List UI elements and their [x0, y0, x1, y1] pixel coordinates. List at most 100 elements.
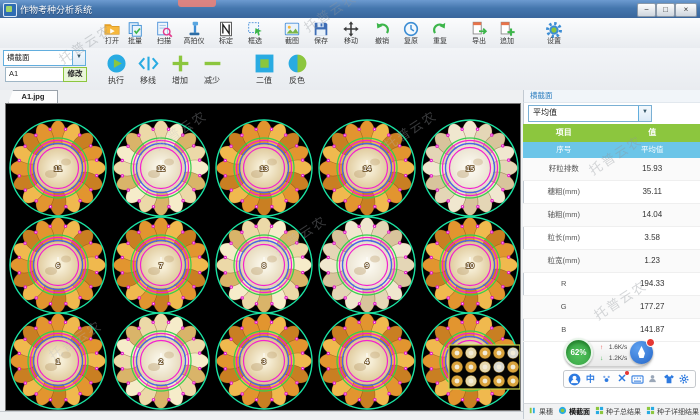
toolbar-button-move[interactable]: 移动	[336, 19, 366, 47]
toolbar-label: 框选	[240, 37, 270, 46]
ime-shirt-icon[interactable]	[662, 373, 675, 386]
svg-text:12: 12	[157, 164, 165, 173]
increase-button[interactable]: 增加	[163, 51, 197, 89]
increase-icon	[163, 51, 197, 75]
execute-icon	[99, 51, 133, 75]
view-tab-cross-section[interactable]: 横截面	[558, 406, 590, 417]
ime-user-icon[interactable]	[568, 373, 581, 386]
input-method-toolbar[interactable]: 中	[563, 370, 696, 388]
binary-button[interactable]: 二值	[247, 51, 281, 89]
toolbar-button-frame-select[interactable]: 框选	[240, 19, 270, 47]
toolbar-button-calibrate[interactable]: 标定	[211, 19, 241, 47]
chevron-down-icon[interactable]: ▼	[638, 106, 651, 121]
toolbar-label: 扫描	[149, 37, 179, 46]
preset-dropdown[interactable]: 横截面 ▼	[3, 50, 86, 66]
minimize-button[interactable]: −	[637, 3, 656, 17]
ime-keyboard-icon[interactable]	[631, 373, 644, 386]
toolbar-button-repeat[interactable]: 重复	[425, 19, 455, 47]
cob-7: 7	[113, 217, 209, 313]
toolbar-button-undo[interactable]: 撤销	[367, 19, 397, 47]
table-row[interactable]: 籽粒排数15.93	[523, 158, 700, 181]
invert-icon	[280, 51, 314, 75]
button-label: 减少	[195, 75, 229, 86]
toolbar-button-settings[interactable]: 设置	[539, 19, 569, 47]
down-arrow-icon: ↓	[600, 353, 607, 364]
seed-summary-icon	[595, 406, 604, 417]
toolbar-button-save[interactable]: 保存	[306, 19, 336, 47]
image-tab[interactable]: A1.jpg	[8, 90, 58, 104]
modify-button[interactable]: 修改	[63, 67, 87, 82]
cob-4: 4	[319, 313, 415, 409]
table-row[interactable]: B141.87	[523, 319, 700, 342]
toolbar-button-scan[interactable]: 扫描	[149, 19, 179, 47]
move-line-button[interactable]: 移线	[131, 51, 165, 89]
table-row[interactable]: 轴粗(mm)14.04	[523, 204, 700, 227]
table-row[interactable]: 粒长(mm)3.58	[523, 227, 700, 250]
main-toolbar: 打开批量扫描高拍仪标定框选截图保存移动撤销复原重复导出追加设置	[0, 18, 700, 49]
table-row[interactable]: 穗粗(mm)35.11	[523, 181, 700, 204]
append-icon	[492, 19, 522, 37]
invert-button[interactable]: 反色	[280, 51, 314, 89]
cob-3: 3	[216, 313, 312, 409]
repeat-icon	[425, 19, 455, 37]
svg-text:1: 1	[56, 357, 60, 366]
button-label: 二值	[247, 75, 281, 86]
table-row[interactable]: 粒宽(mm)1.23	[523, 250, 700, 273]
row-label: B	[523, 319, 604, 341]
toolbar-label: 批量	[120, 37, 150, 46]
svg-text:14: 14	[363, 164, 372, 173]
notification-dot	[646, 338, 655, 347]
table-row[interactable]: G177.27	[523, 296, 700, 319]
svg-text:15: 15	[466, 164, 474, 173]
table-header-row: 项目 值	[523, 124, 700, 142]
frame-select-icon	[240, 19, 270, 37]
toolbar-button-doc-camera[interactable]: 高拍仪	[179, 19, 209, 47]
row-value: 194.33	[604, 273, 700, 295]
toolbar-label: 截图	[277, 37, 307, 46]
row-label: 粒宽(mm)	[523, 250, 604, 272]
toolbar-label: 导出	[464, 37, 494, 46]
ime-zh-icon[interactable]: 中	[584, 373, 597, 386]
ime-gear-icon[interactable]	[678, 373, 691, 386]
view-tab-seed-summary[interactable]: 种子总结果	[595, 406, 641, 417]
export-icon	[464, 19, 494, 37]
secondary-toolbar: 横截面 ▼ A1 修改 执行移线增加减少 二值反色	[0, 48, 700, 91]
execute-button[interactable]: 执行	[99, 51, 133, 89]
row-value: 177.27	[604, 296, 700, 318]
row-value: 35.11	[604, 181, 700, 203]
toolbar-button-batch[interactable]: 批量	[120, 19, 150, 47]
settings-icon	[539, 19, 569, 37]
progress-circle[interactable]: 62%	[564, 338, 593, 367]
toolbar-button-append[interactable]: 追加	[492, 19, 522, 47]
preset-dropdown-value: 横截面	[7, 53, 30, 62]
seed-detail-icon	[646, 406, 655, 417]
view-tab-ear[interactable]: 果穗	[528, 406, 553, 417]
row-label: R	[523, 273, 604, 295]
ime-paw-icon[interactable]	[600, 373, 613, 386]
statistic-dropdown[interactable]: 平均值 ▼	[528, 105, 652, 122]
decrease-button[interactable]: 减少	[195, 51, 229, 89]
close-button[interactable]: ×	[675, 3, 697, 17]
cross-section-icon	[558, 406, 567, 417]
scan-icon	[149, 19, 179, 37]
svg-text:11: 11	[54, 164, 62, 173]
sample-id-input[interactable]: A1	[5, 67, 65, 82]
view-tab-seed-detail[interactable]: 种子详细结果	[646, 406, 699, 417]
titlebar[interactable]: 作物考种分析系统 − □ ×	[0, 0, 700, 19]
toolbar-label: 高拍仪	[179, 37, 209, 46]
chevron-down-icon[interactable]: ▼	[72, 51, 85, 65]
cob-8: 8	[216, 217, 312, 313]
maximize-button[interactable]: □	[656, 3, 675, 17]
ime-person-icon[interactable]	[646, 373, 659, 386]
titlebar-artifact	[178, 0, 216, 7]
ime-cut-icon[interactable]	[615, 373, 628, 386]
toolbar-button-export[interactable]: 导出	[464, 19, 494, 47]
toolbar-button-restore[interactable]: 复原	[396, 19, 426, 47]
save-icon	[306, 19, 336, 37]
view-statusbar: 果穗横截面种子总结果种子详细结果	[523, 403, 700, 419]
toolbar-button-screenshot[interactable]: 截图	[277, 19, 307, 47]
row-label: 粒长(mm)	[523, 227, 604, 249]
image-canvas[interactable]: 111213141567891012345	[5, 103, 521, 411]
table-row[interactable]: R194.33	[523, 273, 700, 296]
toolbar-label: 标定	[211, 37, 241, 46]
